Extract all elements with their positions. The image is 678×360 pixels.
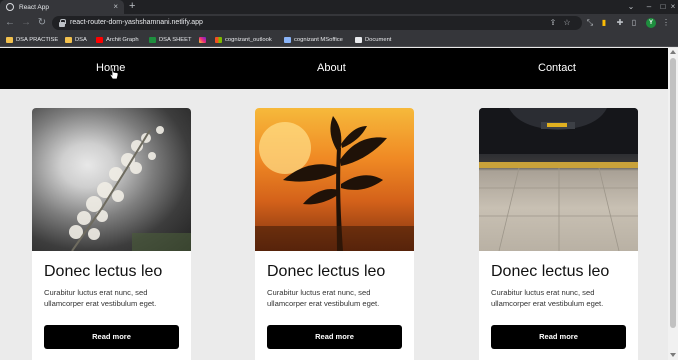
bookmark-item[interactable]: cognizant MSoffice	[284, 32, 343, 47]
lock-icon	[59, 19, 66, 27]
scrollbar-thumb[interactable]	[670, 58, 676, 328]
react-favicon-icon	[6, 3, 14, 11]
card-title: Donec lectus leo	[491, 263, 610, 280]
menu-kebab-icon[interactable]: ⋮	[660, 17, 672, 29]
browser-tab-strip: React App × + ⌄ – □ ×	[0, 0, 678, 14]
card: Donec lectus leo Curabitur luctus erat n…	[479, 108, 638, 360]
folder-icon	[6, 36, 13, 43]
tab-close-icon[interactable]: ×	[113, 3, 118, 11]
page-viewport: Home About Contact Donec lectus leo Cura…	[0, 48, 668, 360]
extension-icon[interactable]: ▮	[598, 17, 610, 29]
bookmark-item[interactable]: Archit Graph	[96, 32, 139, 47]
browser-tab[interactable]: React App ×	[0, 0, 124, 14]
bookmark-item[interactable]: Document	[355, 32, 391, 47]
bookmark-item[interactable]: DSA PRACTISE	[6, 32, 58, 47]
bookmark-label: cognizant MSoffice	[294, 36, 343, 43]
card-description: Curabitur luctus erat nunc, sed ullamcor…	[267, 288, 380, 308]
bookmark-label: Document	[365, 36, 392, 43]
close-window-button[interactable]: ×	[668, 0, 678, 14]
bookmarks-bar: DSA PRACTISE DSA Archit Graph DSA SHEET …	[0, 32, 678, 47]
extension-icon[interactable]: ⤡	[584, 17, 596, 29]
instagram-icon	[199, 36, 206, 43]
bookmark-label: DSA SHEET	[159, 36, 192, 43]
address-bar[interactable]: react-router-dom-yashshamnani.netlify.ap…	[52, 16, 582, 30]
youtube-icon	[96, 36, 103, 43]
bookmark-star-icon[interactable]: ☆	[562, 18, 572, 28]
bookmark-item[interactable]: DSA	[65, 32, 87, 47]
nav-link-about[interactable]: About	[317, 48, 346, 89]
share-icon[interactable]: ⇪	[548, 18, 558, 28]
url-text: react-router-dom-yashshamnani.netlify.ap…	[70, 19, 203, 26]
microsoft-icon	[215, 36, 222, 43]
sidebar-icon[interactable]: ▯	[628, 17, 640, 29]
sunset-plant-photo	[255, 108, 414, 251]
bookmark-label: Archit Graph	[106, 36, 139, 43]
reload-icon[interactable]: ↻	[36, 17, 48, 29]
card: Donec lectus leo Curabitur luctus erat n…	[32, 108, 191, 360]
minimize-button[interactable]: –	[642, 0, 656, 14]
browser-toolbar: ← → ↻ react-router-dom-yashshamnani.netl…	[0, 14, 678, 32]
read-more-button[interactable]: Read more	[44, 325, 179, 349]
bookmark-label: DSA PRACTISE	[16, 36, 59, 43]
document-icon	[355, 36, 362, 43]
hand-cursor-icon	[109, 67, 119, 80]
card: Donec lectus leo Curabitur luctus erat n…	[255, 108, 414, 360]
sheets-icon	[149, 36, 156, 43]
scroll-up-arrow-icon[interactable]	[670, 50, 676, 54]
bookmark-label: DSA	[75, 36, 87, 43]
nav-link-contact[interactable]: Contact	[538, 48, 576, 89]
puzzle-icon[interactable]: ✚	[614, 17, 626, 29]
folder-icon	[65, 36, 72, 43]
forward-arrow-icon[interactable]: →	[20, 17, 32, 29]
scroll-down-arrow-icon[interactable]	[670, 353, 676, 357]
read-more-button[interactable]: Read more	[267, 325, 402, 349]
card-description: Curabitur luctus erat nunc, sed ullamcor…	[491, 288, 604, 308]
card-title: Donec lectus leo	[267, 263, 386, 280]
new-tab-button[interactable]: +	[129, 0, 135, 14]
bookmark-item[interactable]: cognizant_outlook	[215, 32, 272, 47]
bookmark-item[interactable]	[199, 32, 206, 47]
chevron-down-icon[interactable]: ⌄	[624, 0, 638, 14]
bookmark-label: cognizant_outlook	[225, 36, 272, 43]
page-scrollbar[interactable]	[668, 48, 678, 360]
tab-title: React App	[19, 3, 49, 11]
site-navbar: Home About Contact	[0, 48, 668, 89]
bookmark-item[interactable]: DSA SHEET	[149, 32, 192, 47]
subway-platform-photo	[479, 108, 638, 251]
globe-icon	[284, 36, 291, 43]
card-description: Curabitur luctus erat nunc, sed ullamcor…	[44, 288, 157, 308]
flowers-photo	[32, 108, 191, 251]
profile-avatar[interactable]: Y	[646, 18, 656, 28]
back-arrow-icon[interactable]: ←	[4, 17, 16, 29]
read-more-button[interactable]: Read more	[491, 325, 626, 349]
card-title: Donec lectus leo	[44, 263, 163, 280]
